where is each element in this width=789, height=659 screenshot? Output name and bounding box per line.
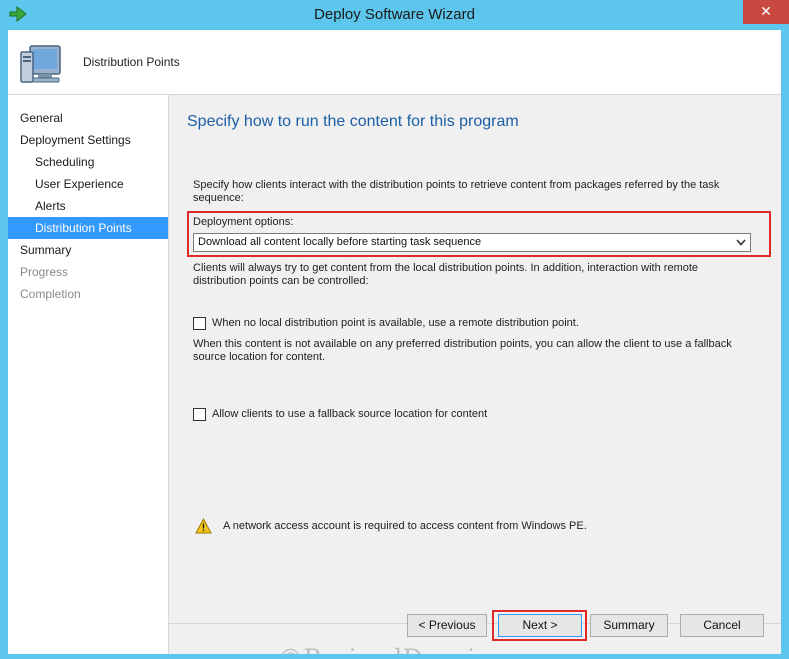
wizard-main-panel: Specify how to run the content for this …: [169, 95, 781, 654]
previous-button[interactable]: < Previous: [407, 614, 487, 637]
nav-item-distribution-points[interactable]: Distribution Points: [8, 217, 168, 239]
header-page-title: Distribution Points: [83, 55, 180, 69]
nav-item-completion: Completion: [20, 287, 81, 301]
remote-dp-option: When no local distribution point is avai…: [193, 316, 753, 332]
nav-item-deployment-settings[interactable]: Deployment Settings: [8, 129, 168, 151]
title-bar: Deploy Software Wizard ✕: [0, 0, 789, 30]
deployment-options-label: Deployment options:: [193, 216, 294, 228]
nav-item-general[interactable]: General: [8, 107, 168, 129]
remote-distribution-note: Clients will always try to get content f…: [193, 262, 699, 287]
cancel-button[interactable]: Cancel: [680, 614, 764, 637]
summary-button[interactable]: Summary: [590, 614, 668, 637]
warning-icon: [195, 518, 212, 534]
fallback-source-option: Allow clients to use a fallback source l…: [193, 407, 753, 423]
deploy-software-wizard-window: Deploy Software Wizard ✕ Distribution Po…: [0, 0, 789, 659]
nav-item-scheduling[interactable]: Scheduling: [8, 151, 168, 173]
next-button[interactable]: Next >: [498, 614, 582, 637]
nav-item-progress: Progress: [20, 265, 69, 279]
warning-text: A network access account is required to …: [223, 520, 587, 532]
close-icon: ✕: [760, 4, 772, 20]
deployment-options-value: Download all content locally before star…: [198, 236, 482, 248]
remote-dp-checkbox[interactable]: [193, 317, 206, 330]
deployment-options-dropdown[interactable]: Download all content locally before star…: [193, 233, 751, 252]
nav-item-summary[interactable]: Summary: [8, 239, 168, 261]
description-text: Specify how clients interact with the di…: [193, 179, 720, 204]
fallback-source-note: When this content is not available on an…: [193, 338, 732, 363]
fallback-source-checkbox-label[interactable]: Allow clients to use a fallback source l…: [212, 408, 487, 420]
wizard-navigation: General Deployment Settings Scheduling U…: [8, 95, 169, 654]
watermark: ©PrajwalDesai.com: [278, 644, 539, 654]
remote-dp-checkbox-label[interactable]: When no local distribution point is avai…: [212, 317, 579, 329]
fallback-source-checkbox[interactable]: [193, 408, 206, 421]
chevron-down-icon: [736, 239, 746, 246]
close-button[interactable]: ✕: [743, 0, 789, 24]
wizard-header: Distribution Points: [8, 30, 781, 95]
nav-item-user-experience[interactable]: User Experience: [8, 173, 168, 195]
page-heading: Specify how to run the content for this …: [187, 113, 519, 130]
nav-item-alerts[interactable]: Alerts: [8, 195, 168, 217]
wizard-client-area: Distribution Points General Deployment S…: [8, 30, 781, 654]
computer-icon: [20, 45, 61, 83]
window-title: Deploy Software Wizard: [314, 6, 475, 23]
